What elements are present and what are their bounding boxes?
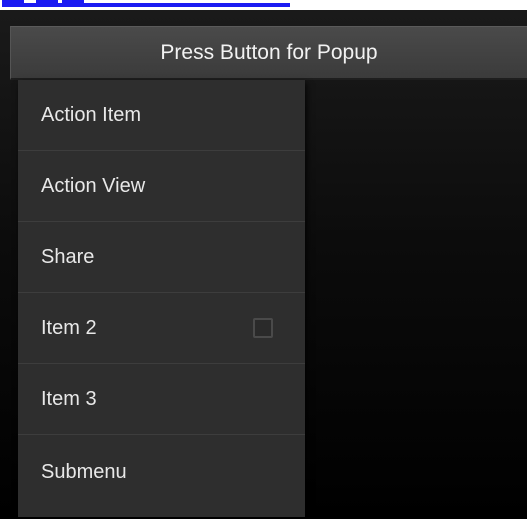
menu-item-label: Submenu (41, 460, 127, 483)
item-2-checkbox[interactable] (253, 318, 273, 338)
menu-item-share[interactable]: Share (18, 222, 305, 293)
menu-item-item-2[interactable]: Item 2 (18, 293, 305, 364)
menu-item-label: Action Item (41, 103, 142, 126)
menu-item-action-item[interactable]: Action Item (18, 80, 305, 151)
app-content-area: Press Button for Popup Action Item Actio… (0, 10, 527, 519)
popup-button-label: Press Button for Popup (160, 40, 378, 64)
menu-item-item-3[interactable]: Item 3 (18, 364, 305, 435)
link-underline (2, 3, 290, 7)
menu-item-label: Action View (41, 174, 146, 197)
screen: Press Button for Popup Action Item Actio… (0, 0, 527, 519)
press-button-for-popup[interactable]: Press Button for Popup (10, 26, 527, 80)
top-link-fragment[interactable] (0, 0, 292, 10)
menu-item-label: Item 3 (41, 387, 97, 410)
menu-item-label: Share (41, 245, 95, 268)
popup-menu: Action Item Action View Share Item 2 Ite… (18, 80, 305, 517)
menu-item-label: Item 2 (41, 316, 97, 339)
menu-item-submenu[interactable]: Submenu (18, 435, 305, 509)
menu-item-action-view[interactable]: Action View (18, 151, 305, 222)
